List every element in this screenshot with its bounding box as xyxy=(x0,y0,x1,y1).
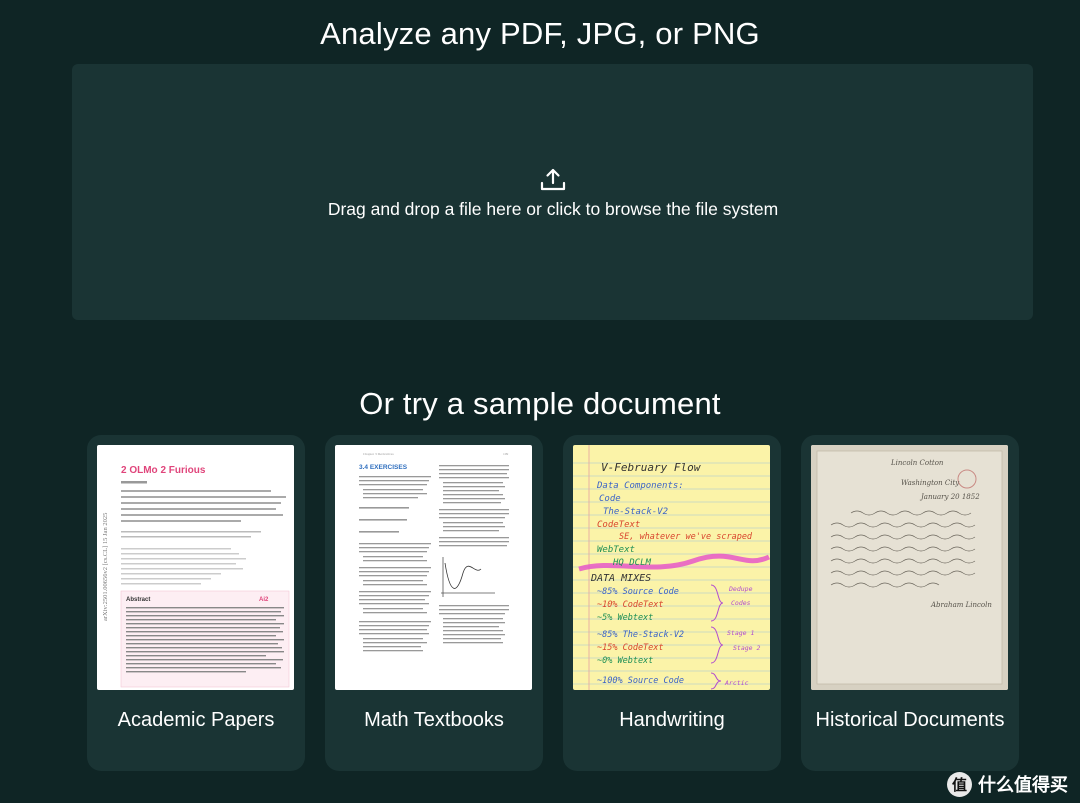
sample-card-label[interactable]: Academic Papers xyxy=(87,705,305,735)
abstract-heading: Abstract xyxy=(126,597,150,603)
hand-line: Data Components: xyxy=(596,481,684,491)
math-exercises-heading: 3.4 EXERCISES xyxy=(359,464,408,471)
hand-line: ~15% CodeText xyxy=(597,643,664,653)
dropzone-instructions[interactable]: Drag and drop a file here or click to br… xyxy=(0,199,1080,220)
paper-title: 2 OLMo 2 Furious xyxy=(121,465,206,476)
watermark-text: 什么值得买 xyxy=(978,775,1068,795)
math-textbook-thumbnail: Chapter 3 Derivatives 109 3.4 EXERCISES xyxy=(335,445,532,690)
ai2-logo: Ai2 xyxy=(259,597,269,603)
hist-date: January 20 1852 xyxy=(919,493,980,501)
hand-line: ~5% Webtext xyxy=(597,613,653,623)
math-graph xyxy=(441,557,495,597)
hist-header: Lincoln Cotton xyxy=(890,459,944,467)
hand-note: Arctic xyxy=(724,679,749,687)
hand-line: CodeText xyxy=(597,520,640,530)
hand-line: ~10% CodeText xyxy=(597,600,664,610)
sample-card-label[interactable]: Historical Documents xyxy=(801,705,1019,735)
hand-line: Code xyxy=(599,494,621,504)
handwriting-thumbnail: V-February Flow Data Components: Code Th… xyxy=(573,445,770,690)
arxiv-side-text: arXiv:2501.00656v2 [cs.CL] 15 Jan 2025 xyxy=(102,513,109,621)
sample-card-handwriting[interactable]: V-February Flow Data Components: Code Th… xyxy=(563,435,781,771)
hist-signature: Abraham Lincoln xyxy=(930,601,992,609)
math-textbook-preview: Chapter 3 Derivatives 109 3.4 EXERCISES xyxy=(359,452,509,652)
math-page-number: 109 xyxy=(503,452,509,456)
hand-line: HQ DCLM xyxy=(612,558,652,568)
watermark-badge-icon: 值 xyxy=(947,771,972,797)
handwriting-preview: V-February Flow Data Components: Code Th… xyxy=(573,445,770,690)
sample-card-label[interactable]: Math Textbooks xyxy=(325,705,543,735)
hand-note: Dedupe xyxy=(728,585,753,593)
sample-card-historical-documents[interactable]: Lincoln Cotton Washington City January 2… xyxy=(801,435,1019,771)
upload-icon[interactable] xyxy=(539,166,567,194)
hist-place: Washington City xyxy=(901,479,960,487)
hand-line: WebText xyxy=(597,545,635,555)
hand-line: SE, whatever we've scraped xyxy=(619,532,753,542)
site-watermark: 值 什么值得买 xyxy=(947,771,1068,797)
hand-note: Codes xyxy=(731,599,751,607)
hand-line: ~85% The-Stack-V2 xyxy=(597,630,684,640)
upload-heading: Analyze any PDF, JPG, or PNG xyxy=(320,16,760,51)
hand-line: The-Stack-V2 xyxy=(603,507,668,517)
hand-note: Stage 1 xyxy=(727,629,754,637)
samples-heading: Or try a sample document xyxy=(359,386,721,421)
historical-document-thumbnail: Lincoln Cotton Washington City January 2… xyxy=(811,445,1008,690)
historical-document-preview: Lincoln Cotton Washington City January 2… xyxy=(811,445,1008,690)
sample-card-label[interactable]: Handwriting xyxy=(563,705,781,735)
hand-line-title: V-February Flow xyxy=(601,461,702,474)
sample-card-math-textbooks[interactable]: Chapter 3 Derivatives 109 3.4 EXERCISES xyxy=(325,435,543,771)
academic-paper-thumbnail: arXiv:2501.00656v2 [cs.CL] 15 Jan 2025 2… xyxy=(97,445,294,690)
academic-paper-preview: arXiv:2501.00656v2 [cs.CL] 15 Jan 2025 2… xyxy=(102,465,290,688)
hand-line: DATA MIXES xyxy=(590,573,651,584)
hand-line: ~100% Source Code xyxy=(597,676,684,686)
hand-line: ~85% Source Code xyxy=(597,587,679,597)
math-page-header: Chapter 3 Derivatives xyxy=(363,452,394,456)
sample-card-academic-papers[interactable]: arXiv:2501.00656v2 [cs.CL] 15 Jan 2025 2… xyxy=(87,435,305,771)
hand-note: Stage 2 xyxy=(733,644,760,652)
hand-line: ~0% Webtext xyxy=(597,656,653,666)
